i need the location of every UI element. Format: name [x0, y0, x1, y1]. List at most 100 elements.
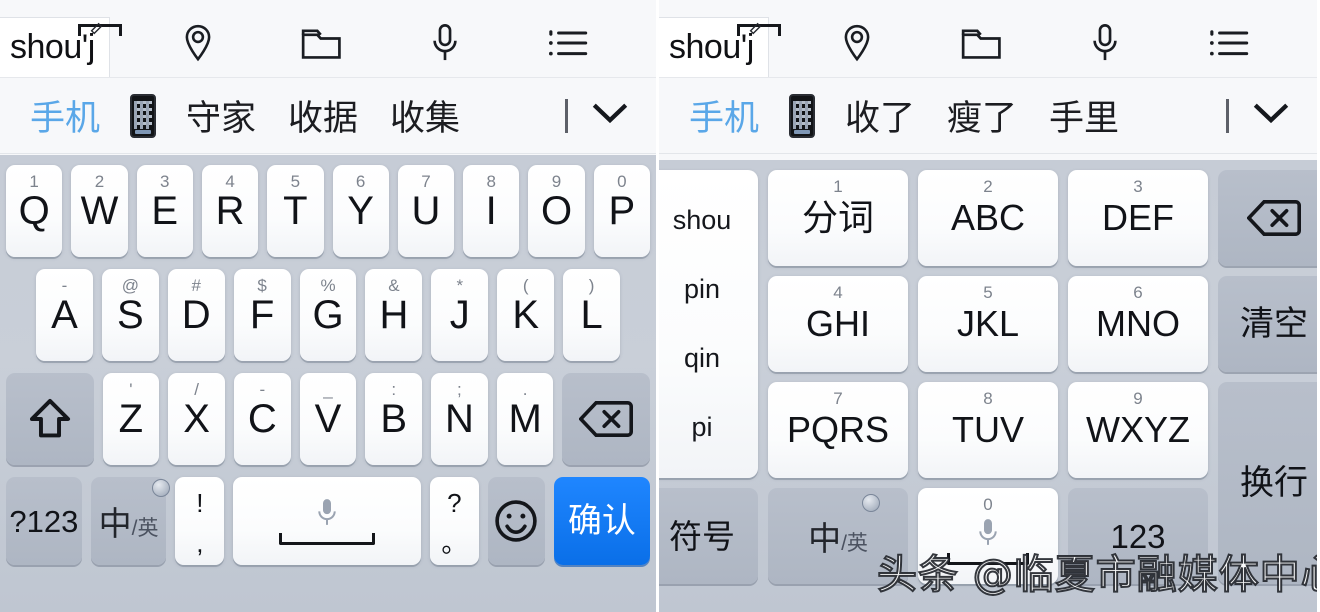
key-sup: 9 [1133, 389, 1143, 408]
candidate-item-3[interactable]: 收集 [374, 90, 476, 141]
qwerty-row-3: ' Z / X -C _ V :B ; N .M [6, 373, 651, 465]
key-u[interactable]: 7U [397, 165, 455, 257]
candidate-item-2[interactable]: 收据 [272, 90, 374, 141]
key-label: I [485, 189, 497, 233]
key-t9-8[interactable]: 8 TUV [918, 382, 1058, 478]
pinyin-option-4[interactable]: pi [691, 412, 712, 443]
key-k[interactable]: (K [497, 269, 555, 361]
chevron-down-icon[interactable] [1251, 100, 1291, 131]
numbers-symbols-key[interactable]: ?123 [6, 477, 82, 565]
key-sup: 7 [833, 389, 843, 408]
key-c[interactable]: -C [233, 373, 291, 465]
punctuation-key-2[interactable]: ? 。 [429, 477, 479, 565]
pinyin-segment-key[interactable]: shou pin qin pi [659, 170, 758, 478]
key-z[interactable]: ' Z [102, 373, 160, 465]
key-n[interactable]: ; N [431, 373, 488, 465]
key-f[interactable]: $ F [233, 269, 291, 361]
key-label: ?123 [9, 503, 79, 539]
key-p[interactable]: 0P [593, 165, 650, 257]
key-j[interactable]: * J [431, 269, 489, 361]
key-e[interactable]: 3E [136, 165, 193, 257]
key-g[interactable]: % G [299, 269, 357, 361]
numbers-key[interactable]: 123 [1068, 488, 1208, 584]
pinyin-option-2[interactable]: pin [684, 274, 720, 305]
key-y[interactable]: 6Y [332, 165, 389, 257]
left-toolbar-icons [110, 23, 656, 77]
punctuation-key-1[interactable]: ! , [175, 477, 225, 565]
key-b[interactable]: :B [365, 373, 423, 465]
list-icon[interactable] [548, 23, 588, 63]
key-t9-3[interactable]: 3 DEF [1068, 170, 1208, 266]
left-panel-qwerty: shou'j 手机 守家 收据 收集 1 Q 2 W 3 E 4 R 5 T 6… [0, 0, 659, 612]
candidate-selected[interactable]: 手机 [673, 90, 775, 141]
chevron-down-icon[interactable] [590, 100, 630, 131]
microphone-icon[interactable] [1085, 23, 1125, 63]
key-h[interactable]: & H [365, 269, 423, 361]
newline-key[interactable]: 换行 [1218, 382, 1317, 584]
backspace-key[interactable] [562, 373, 651, 465]
list-icon[interactable] [1209, 23, 1249, 63]
key-v[interactable]: _ V [299, 373, 357, 465]
key-t[interactable]: 5T [267, 165, 324, 257]
key-q[interactable]: 1Q [6, 165, 63, 257]
symbols-key[interactable]: 符号 [659, 488, 758, 584]
microphone-icon[interactable] [425, 23, 465, 63]
emoji-key[interactable] [487, 477, 545, 565]
candidate-item-1[interactable]: 收了 [829, 90, 931, 141]
candidate-item-3[interactable]: 手里 [1033, 90, 1135, 141]
smiley-icon [495, 500, 537, 542]
location-pin-icon[interactable] [178, 23, 218, 63]
key-t9-5[interactable]: 5 JKL [918, 276, 1058, 372]
key-sup: 1 [29, 172, 39, 191]
space-key[interactable] [233, 477, 421, 565]
candidate-item-2[interactable]: 瘦了 [931, 90, 1033, 141]
key-a[interactable]: -A [36, 269, 93, 361]
key-sup: 6 [1133, 283, 1143, 302]
key-t9-1[interactable]: 1 分词 [768, 170, 908, 266]
backspace-key[interactable] [1218, 170, 1317, 266]
clear-key[interactable]: 清空 [1218, 276, 1317, 372]
key-label: Y [347, 189, 374, 233]
key-i[interactable]: 8I [463, 165, 520, 257]
key-sup: ) [588, 276, 595, 295]
key-d[interactable]: # D [167, 269, 225, 361]
pinyin-option-3[interactable]: qin [684, 343, 720, 374]
key-s[interactable]: @ S [101, 269, 159, 361]
key-label: PQRS [786, 409, 890, 450]
key-t9-6[interactable]: 6 MNO [1068, 276, 1208, 372]
language-toggle-key[interactable]: 中 /英 [90, 477, 171, 565]
key-o[interactable]: 9O [528, 165, 585, 257]
confirm-key[interactable]: 确认 [553, 477, 650, 565]
key-r[interactable]: 4R [201, 165, 259, 257]
folder-icon[interactable] [301, 23, 341, 63]
key-label: T [283, 189, 308, 233]
candidate-bar-right [1226, 98, 1317, 133]
key-t9-9[interactable]: 9 WXYZ [1068, 382, 1208, 478]
key-sup: & [388, 276, 400, 295]
shift-key[interactable] [6, 373, 94, 465]
t9-row-4: 中 /英 0 123 [768, 488, 1208, 584]
key-label: 分词 [801, 197, 874, 238]
key-m[interactable]: .M [496, 373, 554, 465]
key-label: P [608, 189, 636, 233]
key-t9-2[interactable]: 2 ABC [918, 170, 1058, 266]
left-compose-box[interactable]: shou'j [0, 17, 122, 77]
key-label: ABC [950, 197, 1026, 238]
key-l[interactable]: ) L [563, 269, 621, 361]
key-t9-7[interactable]: 7 PQRS [768, 382, 908, 478]
language-toggle-key[interactable]: 中 /英 [768, 488, 908, 584]
key-x[interactable]: / X [168, 373, 225, 465]
folder-icon[interactable] [961, 23, 1001, 63]
candidate-selected[interactable]: 手机 [14, 90, 116, 141]
right-compose-box[interactable]: shou'j [659, 17, 781, 77]
key-label: X [183, 397, 210, 441]
key-w[interactable]: 2W [71, 165, 128, 257]
location-pin-icon[interactable] [837, 23, 877, 63]
right-toolbar-icons [769, 23, 1317, 77]
pinyin-option-1[interactable]: shou [673, 205, 732, 236]
lang-en-label: /英 [131, 517, 159, 540]
space-key[interactable]: 0 [918, 488, 1058, 584]
candidate-item-1[interactable]: 守家 [170, 90, 272, 141]
key-sup: 4 [833, 283, 843, 302]
key-t9-4[interactable]: 4 GHI [768, 276, 908, 372]
